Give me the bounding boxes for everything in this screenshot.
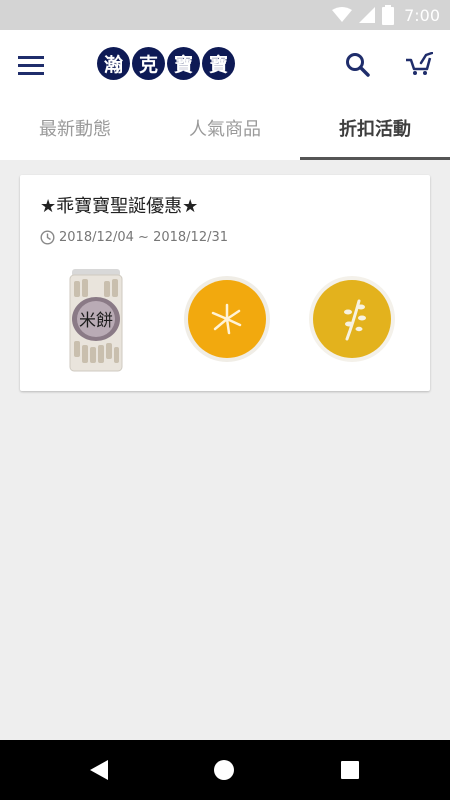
back-icon — [90, 760, 108, 780]
logo-char: 克 — [132, 47, 165, 80]
promo-date-range: 2018/12/04 ~ 2018/12/31 — [59, 230, 229, 245]
status-time: 7:00 — [404, 5, 440, 25]
search-button[interactable] — [345, 52, 373, 80]
yellow-plate-image — [309, 276, 395, 362]
product-image-jar[interactable]: 米餅 — [66, 267, 126, 377]
menu-icon — [18, 56, 44, 75]
tab-bar: 最新動態 人氣商品 折扣活動 — [0, 100, 450, 160]
product-image-orange-plate[interactable] — [182, 267, 272, 377]
cart-button[interactable] — [405, 51, 435, 80]
battery-icon — [382, 5, 395, 25]
menu-button[interactable] — [18, 51, 52, 79]
recents-icon — [341, 761, 359, 779]
logo-char: 寶 — [167, 47, 200, 80]
wifi-icon — [332, 7, 353, 22]
home-icon — [214, 760, 234, 780]
recents-button[interactable] — [338, 758, 364, 784]
brand-logo: 瀚 克 寶 寶 — [97, 47, 235, 83]
system-nav-bar — [0, 740, 450, 800]
promo-title: ★乖寶寶聖誕優惠★ — [40, 196, 199, 217]
logo-char: 瀚 — [97, 47, 130, 80]
signal-icon — [359, 7, 376, 23]
jar-image: 米餅 — [69, 269, 123, 372]
logo-char: 寶 — [202, 47, 235, 80]
search-icon — [346, 53, 370, 77]
tab-popular-products[interactable]: 人氣商品 — [150, 100, 300, 160]
home-button[interactable] — [212, 758, 238, 784]
status-icons: 7:00 — [332, 4, 440, 26]
promo-date: 2018/12/04 ~ 2018/12/31 — [40, 230, 228, 245]
app-bar: 瀚 克 寶 寶 — [0, 30, 450, 100]
clock-icon — [40, 230, 55, 245]
tab-latest-news[interactable]: 最新動態 — [0, 100, 150, 160]
promo-card[interactable]: ★乖寶寶聖誕優惠★ 2018/12/04 ~ 2018/12/31 米餅 — [20, 175, 430, 391]
back-button[interactable] — [88, 758, 114, 784]
product-thumbnails: 米餅 — [20, 267, 430, 377]
tab-discount-events[interactable]: 折扣活動 — [300, 100, 450, 160]
orange-plate-image — [184, 276, 270, 362]
status-bar: 7:00 — [0, 0, 450, 30]
product-image-yellow-plate[interactable] — [307, 267, 397, 377]
cart-icon — [406, 51, 434, 75]
jar-label: 米餅 — [79, 311, 113, 331]
